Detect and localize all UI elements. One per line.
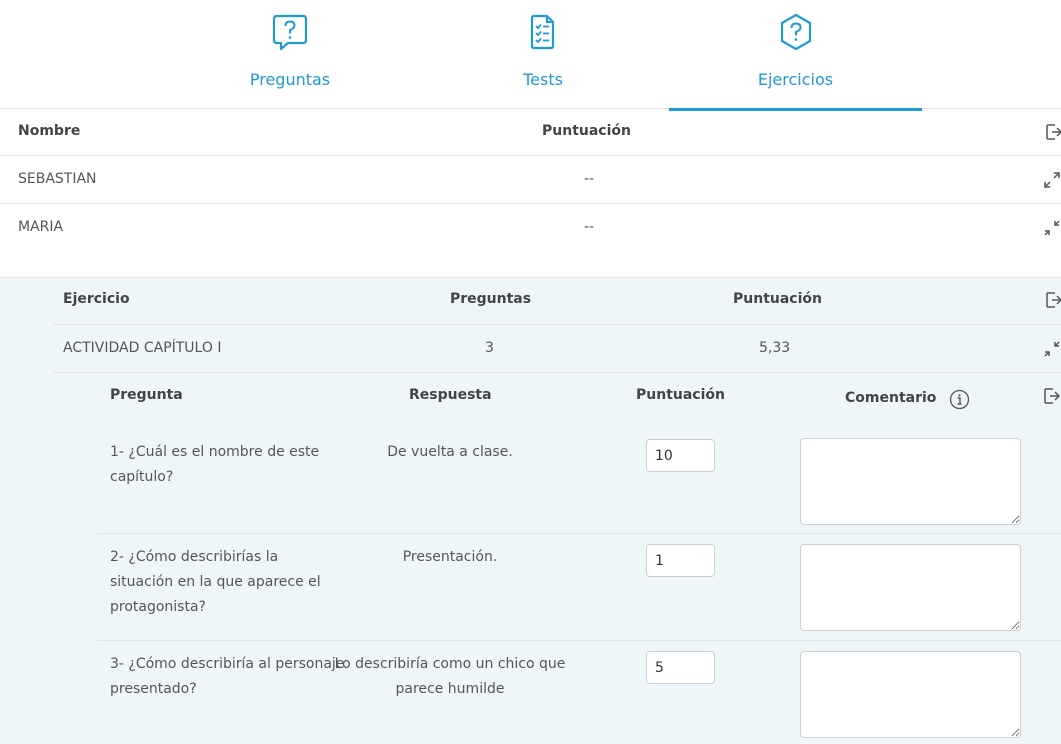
comment-textarea[interactable] (800, 438, 1021, 525)
tab-ejercicios[interactable]: Ejercicios (669, 0, 922, 111)
column-header-score: Puntuación (636, 387, 725, 403)
answer-text: Lo describiría como un chico que parece … (334, 656, 566, 697)
checklist-icon (530, 14, 555, 50)
comment-textarea[interactable] (800, 651, 1021, 738)
export-icon[interactable] (1045, 123, 1061, 141)
table-row: 1- ¿Cuál es el nombre de este capítulo? … (98, 423, 1061, 534)
table-row[interactable]: SEBASTIAN -- (0, 156, 1061, 204)
tab-tests[interactable]: Tests (416, 0, 670, 109)
tab-label: Preguntas (249, 70, 331, 89)
exercises-table-header: Ejercicio Preguntas Puntuación (53, 277, 1061, 325)
exercise-name: ACTIVIDAD CAPÍTULO I (63, 340, 222, 356)
collapse-icon[interactable] (1043, 340, 1061, 358)
column-header-score: Puntuación (733, 291, 822, 307)
collapse-icon[interactable] (1043, 219, 1061, 237)
question-text: 3- ¿Cómo describiría al personaje presen… (110, 656, 345, 697)
export-icon[interactable] (1043, 387, 1061, 405)
students-table-header: Nombre Puntuación (0, 109, 1061, 156)
tab-label: Tests (523, 70, 563, 89)
student-score: -- (584, 219, 595, 235)
column-header-exercise: Ejercicio (63, 291, 130, 307)
score-input[interactable] (646, 439, 715, 472)
table-row[interactable]: MARIA -- (0, 204, 1061, 252)
column-header-answer: Respuesta (409, 387, 492, 403)
column-header-questions: Preguntas (450, 291, 532, 307)
column-header-score: Puntuación (542, 123, 631, 139)
student-name: MARIA (18, 219, 64, 235)
tab-bar: Preguntas Tests Ejercicios (0, 0, 1061, 111)
export-icon[interactable] (1045, 291, 1061, 309)
question-bubble-icon (272, 14, 308, 51)
exercise-score: 5,33 (759, 340, 791, 356)
answer-text: De vuelta a clase. (387, 444, 513, 460)
tab-preguntas[interactable]: Preguntas (163, 0, 417, 109)
expand-icon[interactable] (1043, 171, 1061, 189)
tab-label: Ejercicios (757, 70, 834, 89)
table-row: 3- ¿Cómo describiría al personaje presen… (98, 641, 1061, 744)
score-input[interactable] (646, 651, 715, 684)
table-row[interactable]: ACTIVIDAD CAPÍTULO I 3 5,33 (53, 325, 1061, 373)
student-score: -- (584, 171, 595, 187)
questions-table-header: Pregunta Respuesta Puntuación Comentario (98, 373, 1061, 423)
column-header-comment: Comentario (845, 390, 937, 406)
question-text: 1- ¿Cuál es el nombre de este capítulo? (110, 444, 320, 485)
question-hexagon-icon (780, 13, 811, 51)
answer-text: Presentación. (402, 549, 498, 565)
column-header-question: Pregunta (110, 387, 183, 403)
score-input[interactable] (646, 544, 715, 577)
exercise-question-count: 3 (485, 340, 494, 356)
question-text: 2- ¿Cómo describirías la situación en la… (110, 549, 321, 615)
comment-textarea[interactable] (800, 544, 1021, 631)
column-header-name: Nombre (18, 123, 81, 139)
student-name: SEBASTIAN (18, 171, 97, 187)
table-row: 2- ¿Cómo describirías la situación en la… (98, 534, 1061, 641)
info-icon[interactable] (949, 389, 970, 410)
